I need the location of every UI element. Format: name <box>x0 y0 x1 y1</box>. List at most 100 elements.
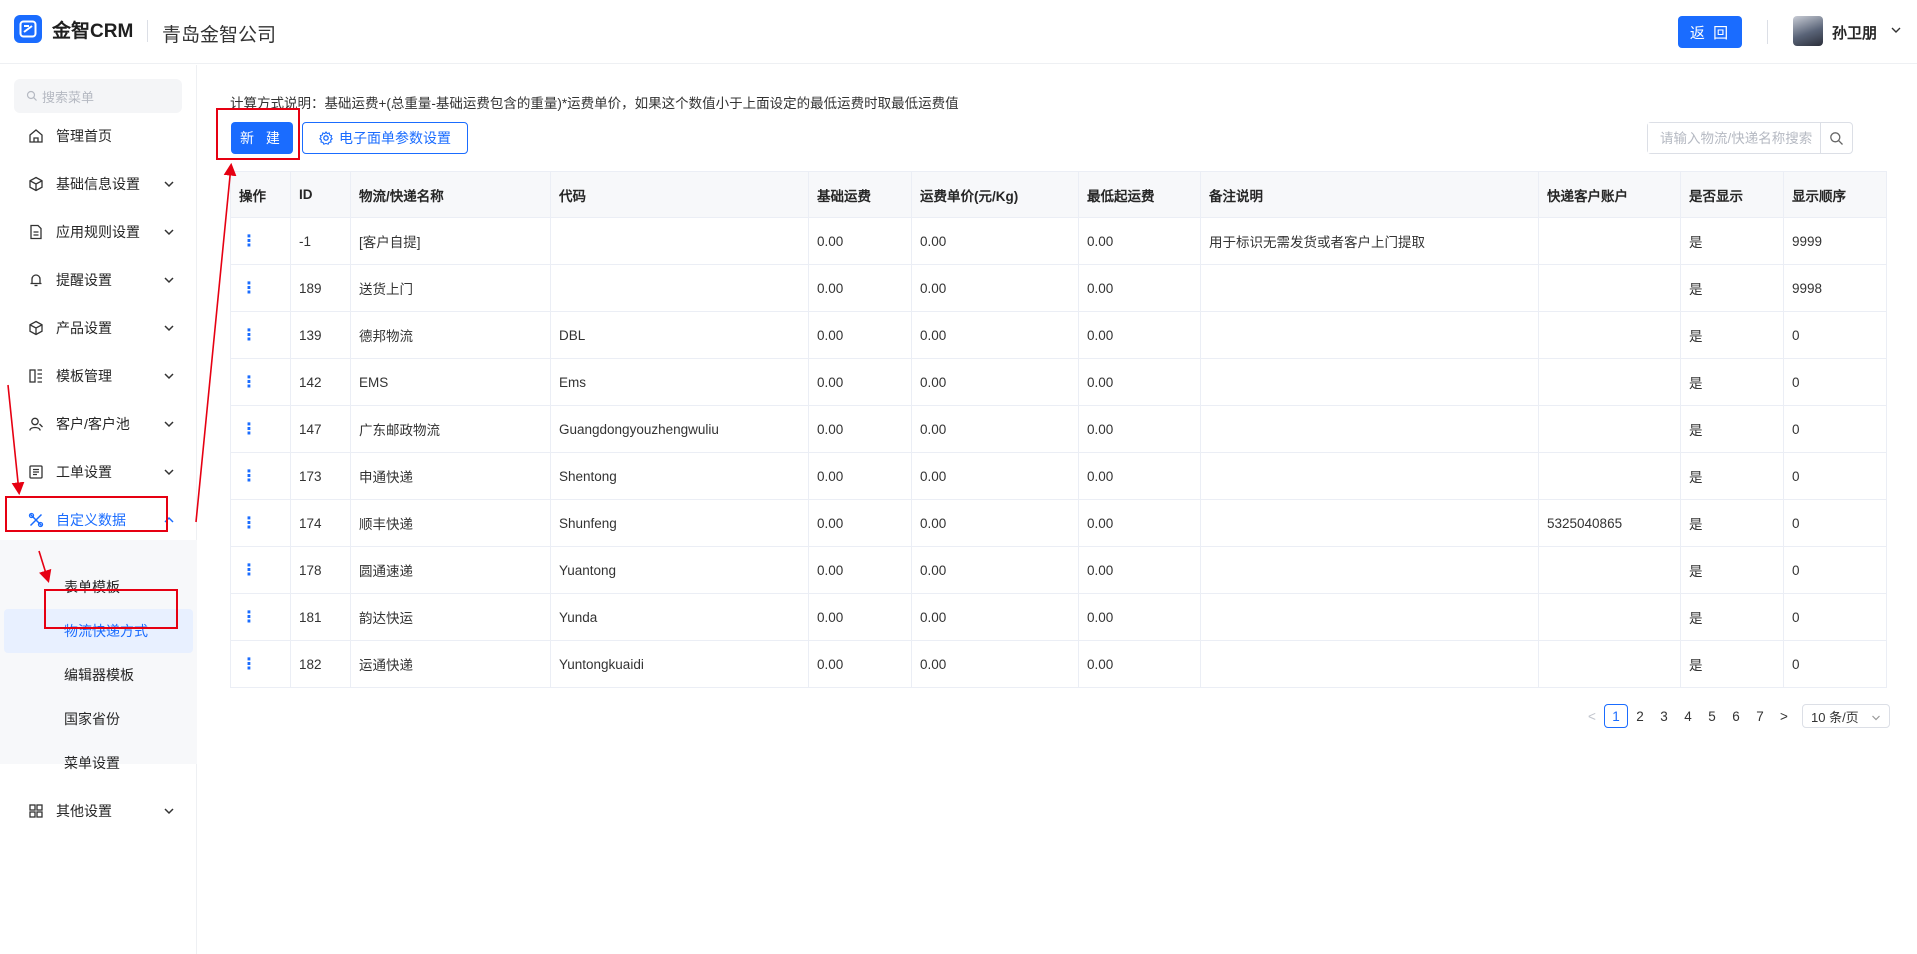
list-icon <box>28 464 44 480</box>
table-cell: 173 <box>290 452 351 500</box>
row-actions-menu[interactable]: ⋮ <box>230 640 291 688</box>
table-cell: 0.00 <box>911 311 1079 359</box>
table-cell: 德邦物流 <box>350 311 551 359</box>
column-header: 物流/快递名称 <box>350 171 551 218</box>
table-cell <box>1538 546 1681 594</box>
table-cell: 0.00 <box>911 593 1079 641</box>
table-cell <box>1538 452 1681 500</box>
table-cell: 5325040865 <box>1538 499 1681 547</box>
menu-search-input[interactable]: 搜索菜单 <box>14 79 182 113</box>
table-row[interactable]: ⋮ 173 申通快递 Shentong 0.00 0.00 0.00 是 0 <box>230 452 1887 500</box>
table-cell: Yuntongkuaidi <box>550 640 809 688</box>
table-cell <box>1200 264 1539 312</box>
avatar[interactable] <box>1793 16 1823 46</box>
table-row[interactable]: ⋮ -1 [客户自提] 0.00 0.00 0.00 用于标识无需发货或者客户上门提取是 99… <box>230 217 1887 265</box>
sidebar-item-label: 客户/客户池 <box>56 416 130 432</box>
row-actions-menu[interactable]: ⋮ <box>230 217 291 265</box>
menu-search-placeholder: 搜索菜单 <box>42 89 95 105</box>
chevron-down-icon[interactable] <box>1890 24 1902 36</box>
table-cell: 182 <box>290 640 351 688</box>
logo-icon <box>14 15 42 43</box>
sidebar-item-templates[interactable]: 模板管理 <box>0 353 197 399</box>
home-icon <box>28 128 44 144</box>
chevron-down-icon <box>1872 715 1880 721</box>
sidebar-item-app-rules[interactable]: 应用规则设置 <box>0 209 197 255</box>
table-cell <box>1200 405 1539 453</box>
table-cell: 是 <box>1680 217 1784 265</box>
table-row[interactable]: ⋮ 178 圆通速递 Yuantong 0.00 0.00 0.00 是 0 <box>230 546 1887 594</box>
table-cell: 0.00 <box>911 452 1079 500</box>
page-size-select[interactable]: 10 条/页 <box>1802 704 1890 728</box>
page-number-button[interactable]: 6 <box>1724 704 1748 728</box>
cube-icon <box>28 176 44 192</box>
table-row[interactable]: ⋮ 181 韵达快运 Yunda 0.00 0.00 0.00 是 0 <box>230 593 1887 641</box>
calc-note: 计算方式说明：基础运费+(总重量-基础运费包含的重量)*运费单价，如果这个数值小… <box>230 96 959 111</box>
chevron-down-icon <box>164 421 174 428</box>
chevron-down-icon <box>164 808 174 815</box>
page-number-button[interactable]: 3 <box>1652 704 1676 728</box>
row-actions-menu[interactable]: ⋮ <box>230 452 291 500</box>
table-cell: 是 <box>1680 452 1784 500</box>
sidebar-item-workorders[interactable]: 工单设置 <box>0 449 197 495</box>
table-cell: 0.00 <box>808 499 912 547</box>
table-row[interactable]: ⋮ 139 德邦物流 DBL 0.00 0.00 0.00 是 0 <box>230 311 1887 359</box>
table-cell: 147 <box>290 405 351 453</box>
company-name: 青岛金智公司 <box>162 25 277 46</box>
table-cell <box>1200 546 1539 594</box>
table-cell: 是 <box>1680 546 1784 594</box>
table-row[interactable]: ⋮ 174 顺丰快递 Shunfeng 0.00 0.00 0.00 5325040865 是 0 <box>230 499 1887 547</box>
row-actions-menu[interactable]: ⋮ <box>230 546 291 594</box>
page-numbers: 1234567 <box>1604 704 1772 728</box>
table-header-row: 操作 ID 物流/快递名称 代码 基础运费 运费单价(元/Kg) 最低起运费 备注说明 快递客户… <box>230 171 1887 218</box>
search-icon <box>1830 131 1843 145</box>
table-cell: 送货上门 <box>350 264 551 312</box>
logistics-table: 操作 ID 物流/快递名称 代码 基础运费 运费单价(元/Kg) 最低起运费 备注说明 快递客户… <box>230 171 1887 688</box>
sidebar-item-home[interactable]: 管理首页 <box>0 113 197 159</box>
row-actions-menu[interactable]: ⋮ <box>230 358 291 406</box>
bell-icon <box>28 272 44 288</box>
back-button[interactable]: 返 回 <box>1678 16 1742 48</box>
table-cell: 0 <box>1783 358 1887 406</box>
table-cell: 0.00 <box>911 217 1079 265</box>
table-cell: 0.00 <box>1078 546 1201 594</box>
table-cell: 0.00 <box>911 640 1079 688</box>
sidebar-item-basic-info[interactable]: 基础信息设置 <box>0 161 197 207</box>
row-actions-menu[interactable]: ⋮ <box>230 264 291 312</box>
row-actions-menu[interactable]: ⋮ <box>230 593 291 641</box>
search-button[interactable] <box>1820 123 1852 153</box>
table-cell: 用于标识无需发货或者客户上门提取 <box>1200 217 1539 265</box>
table-cell <box>550 264 809 312</box>
sidebar-item-products[interactable]: 产品设置 <box>0 305 197 351</box>
sidebar-item-other[interactable]: 其他设置 <box>0 788 197 834</box>
table-cell <box>1200 593 1539 641</box>
prev-page-button[interactable]: < <box>1580 709 1604 724</box>
next-page-button[interactable]: > <box>1772 709 1796 724</box>
page-number-button[interactable]: 4 <box>1676 704 1700 728</box>
table-cell: 0 <box>1783 593 1887 641</box>
table-row[interactable]: ⋮ 189 送货上门 0.00 0.00 0.00 是 9998 <box>230 264 1887 312</box>
sidebar-item-reminders[interactable]: 提醒设置 <box>0 257 197 303</box>
chevron-down-icon <box>164 181 174 188</box>
row-actions-menu[interactable]: ⋮ <box>230 405 291 453</box>
page-number-button[interactable]: 5 <box>1700 704 1724 728</box>
logistics-search-input[interactable] <box>1648 123 1820 153</box>
user-name[interactable]: 孙卫朋 <box>1832 22 1877 43</box>
table-cell <box>550 217 809 265</box>
sub-item-menu-settings[interactable]: 菜单设置 <box>0 741 197 785</box>
waybill-params-button[interactable]: 电子面单参数设置 <box>302 122 468 154</box>
sub-item-editor-template[interactable]: 编辑器模板 <box>0 653 197 697</box>
page-number-button[interactable]: 2 <box>1628 704 1652 728</box>
row-actions-menu[interactable]: ⋮ <box>230 499 291 547</box>
table-cell: 0.00 <box>1078 405 1201 453</box>
sidebar-item-customers[interactable]: 客户/客户池 <box>0 401 197 447</box>
page-number-button[interactable]: 1 <box>1604 704 1628 728</box>
document-icon <box>28 224 44 240</box>
table-row[interactable]: ⋮ 182 运通快递 Yuntongkuaidi 0.00 0.00 0.00 是 0 <box>230 640 1887 688</box>
table-cell: 0.00 <box>808 452 912 500</box>
sub-item-countries[interactable]: 国家省份 <box>0 697 197 741</box>
table-cell: 0.00 <box>808 640 912 688</box>
page-number-button[interactable]: 7 <box>1748 704 1772 728</box>
table-row[interactable]: ⋮ 142 EMS Ems 0.00 0.00 0.00 是 0 <box>230 358 1887 406</box>
table-row[interactable]: ⋮ 147 广东邮政物流 Guangdongyouzhengwuliu 0.00 0.00… <box>230 405 1887 453</box>
row-actions-menu[interactable]: ⋮ <box>230 311 291 359</box>
